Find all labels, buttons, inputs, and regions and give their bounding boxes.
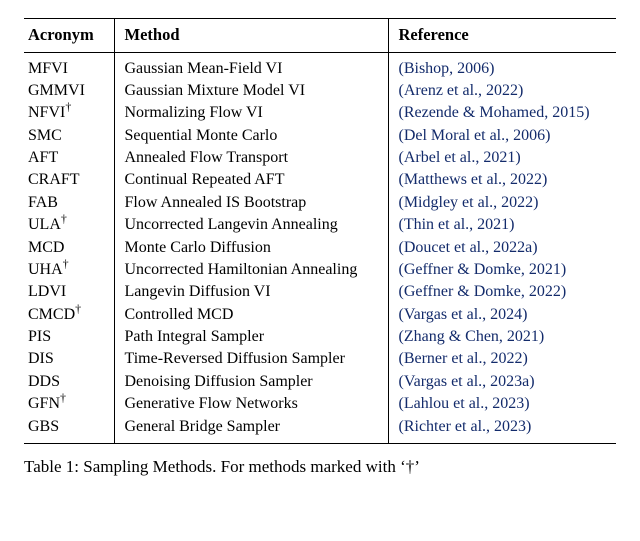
- reference-cell: (Vargas et al., 2023a): [388, 371, 616, 393]
- table-row: MFVIGaussian Mean-Field VI (Bishop, 2006): [24, 53, 616, 80]
- reference-cell: (Richter et al., 2023): [388, 415, 616, 442]
- method-cell: Generative Flow Networks: [114, 393, 388, 415]
- method-cell: Langevin Diffusion VI: [114, 281, 388, 303]
- acronym-cell: UHA†: [24, 259, 114, 281]
- dagger-icon: †: [63, 257, 69, 271]
- acronym-cell: SMC: [24, 124, 114, 146]
- reference-link[interactable]: (Del Moral et al., 2006): [399, 127, 551, 144]
- acronym-cell: MFVI: [24, 53, 114, 80]
- table-row: GMMVIGaussian Mixture Model VI (Arenz et …: [24, 80, 616, 102]
- reference-cell: (Berner et al., 2022): [388, 348, 616, 370]
- reference-link[interactable]: (Zhang & Chen, 2021): [399, 328, 545, 345]
- reference-link[interactable]: (Doucet et al., 2022a): [399, 239, 538, 256]
- method-cell: Monte Carlo Diffusion: [114, 236, 388, 258]
- method-cell: Time-Reversed Diffusion Sampler: [114, 348, 388, 370]
- caption: Table 1: Sampling Methods. For methods m…: [24, 444, 616, 479]
- method-cell: Annealed Flow Transport: [114, 147, 388, 169]
- table-figure: Acronym Method Reference MFVIGaussian Me…: [0, 0, 640, 478]
- table-row: GFN†Generative Flow Networks (Lahlou et a…: [24, 393, 616, 415]
- dagger-icon: †: [61, 212, 67, 226]
- table-row: SMCSequential Monte Carlo (Del Moral et a…: [24, 124, 616, 146]
- acronym-cell: DDS: [24, 371, 114, 393]
- table-row: DISTime-Reversed Diffusion Sampler (Berne…: [24, 348, 616, 370]
- table-row: ULA†Uncorrected Langevin Annealing (Thin …: [24, 214, 616, 236]
- caption-text: Table 1: Sampling Methods. For methods m…: [24, 457, 420, 476]
- acronym-cell: NFVI†: [24, 102, 114, 124]
- method-cell: Sequential Monte Carlo: [114, 124, 388, 146]
- acronym-cell: GFN†: [24, 393, 114, 415]
- acronym-cell: GBS: [24, 415, 114, 442]
- acronym-cell: LDVI: [24, 281, 114, 303]
- header-row: Acronym Method Reference: [24, 19, 616, 52]
- table-row: PISPath Integral Sampler (Zhang & Chen, 2…: [24, 326, 616, 348]
- acronym-cell: CMCD†: [24, 303, 114, 325]
- dagger-icon: †: [65, 100, 71, 114]
- reference-cell: (Midgley et al., 2022): [388, 192, 616, 214]
- table-row: UHA†Uncorrected Hamiltonian Annealing (Ge…: [24, 259, 616, 281]
- reference-link[interactable]: (Arbel et al., 2021): [399, 149, 521, 166]
- dagger-icon: †: [75, 301, 81, 315]
- table-row: CRAFTContinual Repeated AFT (Matthews et …: [24, 169, 616, 191]
- reference-link[interactable]: (Richter et al., 2023): [399, 418, 532, 435]
- method-cell: Controlled MCD: [114, 303, 388, 325]
- reference-cell: (Geffner & Domke, 2021): [388, 259, 616, 281]
- methods-table: Acronym Method Reference MFVIGaussian Me…: [24, 19, 616, 443]
- reference-link[interactable]: (Lahlou et al., 2023): [399, 395, 530, 412]
- acronym-cell: MCD: [24, 236, 114, 258]
- method-cell: Gaussian Mean-Field VI: [114, 53, 388, 80]
- reference-link[interactable]: (Vargas et al., 2023a): [399, 373, 535, 390]
- reference-cell: (Del Moral et al., 2006): [388, 124, 616, 146]
- reference-link[interactable]: (Geffner & Domke, 2021): [399, 261, 567, 278]
- acronym-cell: FAB: [24, 192, 114, 214]
- method-cell: Denoising Diffusion Sampler: [114, 371, 388, 393]
- reference-link[interactable]: (Arenz et al., 2022): [399, 82, 524, 99]
- method-cell: Path Integral Sampler: [114, 326, 388, 348]
- header-acronym: Acronym: [24, 19, 114, 52]
- header-method: Method: [114, 19, 388, 52]
- reference-link[interactable]: (Matthews et al., 2022): [399, 171, 548, 188]
- reference-link[interactable]: (Bishop, 2006): [399, 60, 495, 77]
- reference-link[interactable]: (Geffner & Domke, 2022): [399, 283, 567, 300]
- reference-link[interactable]: (Thin et al., 2021): [399, 216, 515, 233]
- method-cell: Normalizing Flow VI: [114, 102, 388, 124]
- reference-cell: (Arbel et al., 2021): [388, 147, 616, 169]
- table-row: CMCD†Controlled MCD (Vargas et al., 2024): [24, 303, 616, 325]
- reference-link[interactable]: (Midgley et al., 2022): [399, 194, 539, 211]
- method-cell: Continual Repeated AFT: [114, 169, 388, 191]
- reference-cell: (Bishop, 2006): [388, 53, 616, 80]
- table-row: NFVI†Normalizing Flow VI (Rezende & Moham…: [24, 102, 616, 124]
- acronym-cell: AFT: [24, 147, 114, 169]
- reference-cell: (Thin et al., 2021): [388, 214, 616, 236]
- reference-cell: (Lahlou et al., 2023): [388, 393, 616, 415]
- table-row: DDSDenoising Diffusion Sampler (Vargas et…: [24, 371, 616, 393]
- method-cell: Uncorrected Langevin Annealing: [114, 214, 388, 236]
- acronym-cell: PIS: [24, 326, 114, 348]
- method-cell: Gaussian Mixture Model VI: [114, 80, 388, 102]
- reference-cell: (Doucet et al., 2022a): [388, 236, 616, 258]
- acronym-cell: DIS: [24, 348, 114, 370]
- table-row: LDVILangevin Diffusion VI (Geffner & Domk…: [24, 281, 616, 303]
- reference-cell: (Rezende & Mohamed, 2015): [388, 102, 616, 124]
- reference-cell: (Arenz et al., 2022): [388, 80, 616, 102]
- table-row: GBSGeneral Bridge Sampler (Richter et al.…: [24, 415, 616, 442]
- reference-link[interactable]: (Berner et al., 2022): [399, 350, 528, 367]
- table-row: FABFlow Annealed IS Bootstrap (Midgley et…: [24, 192, 616, 214]
- table-row: AFTAnnealed Flow Transport (Arbel et al.,…: [24, 147, 616, 169]
- acronym-cell: CRAFT: [24, 169, 114, 191]
- table-body: MFVIGaussian Mean-Field VI (Bishop, 2006)…: [24, 53, 616, 443]
- acronym-cell: GMMVI: [24, 80, 114, 102]
- dagger-icon: †: [60, 391, 66, 405]
- header-reference: Reference: [388, 19, 616, 52]
- table-row: MCDMonte Carlo Diffusion (Doucet et al., …: [24, 236, 616, 258]
- reference-cell: (Matthews et al., 2022): [388, 169, 616, 191]
- reference-cell: (Geffner & Domke, 2022): [388, 281, 616, 303]
- reference-link[interactable]: (Vargas et al., 2024): [399, 306, 528, 323]
- method-cell: General Bridge Sampler: [114, 415, 388, 442]
- acronym-cell: ULA†: [24, 214, 114, 236]
- reference-link[interactable]: (Rezende & Mohamed, 2015): [399, 104, 590, 121]
- reference-cell: (Zhang & Chen, 2021): [388, 326, 616, 348]
- method-cell: Flow Annealed IS Bootstrap: [114, 192, 388, 214]
- method-cell: Uncorrected Hamiltonian Annealing: [114, 259, 388, 281]
- reference-cell: (Vargas et al., 2024): [388, 303, 616, 325]
